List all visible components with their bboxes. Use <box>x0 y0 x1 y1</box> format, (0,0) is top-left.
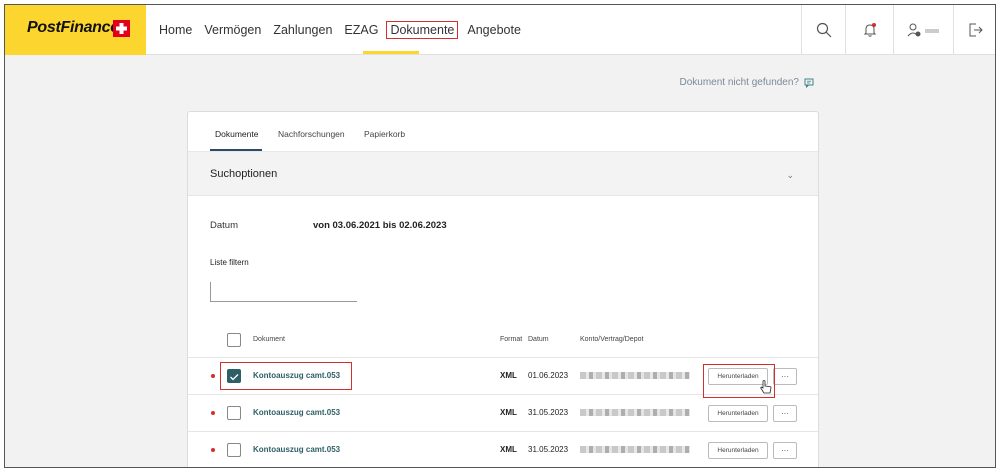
document-format: XML <box>500 445 517 454</box>
document-tabs: Dokumente Nachforschungen Papierkorb <box>188 112 818 152</box>
row-checkbox[interactable] <box>227 406 241 420</box>
unread-dot <box>211 448 215 452</box>
download-button[interactable]: Herunterladen <box>708 405 768 422</box>
logo-text: PostFinance <box>27 19 119 36</box>
chevron-down-icon[interactable]: ⌄ <box>786 170 794 181</box>
user-menu-button[interactable] <box>893 5 953 55</box>
tab-dokumente[interactable]: Dokumente <box>215 129 258 139</box>
user-icon <box>907 23 939 37</box>
documents-card: Dokumente Nachforschungen Papierkorb Suc… <box>187 111 819 467</box>
document-format: XML <box>500 408 517 417</box>
search-options-title: Suchoptionen <box>210 168 278 180</box>
document-format: XML <box>500 371 517 380</box>
swiss-cross-icon <box>113 20 130 37</box>
unread-dot <box>211 374 215 378</box>
top-header: PostFinance Home Vermögen Zahlungen EZAG… <box>5 5 995 55</box>
col-dokument: Dokument <box>253 336 285 343</box>
highlight-selected-document <box>220 362 352 390</box>
nav-ezag[interactable]: EZAG <box>344 5 378 55</box>
date-range-value: von 03.06.2021 bis 02.06.2023 <box>313 220 447 231</box>
nav-vermoegen[interactable]: Vermögen <box>204 5 261 55</box>
account-number-redacted <box>580 446 690 453</box>
date-label: Datum <box>210 220 238 231</box>
notifications-button[interactable] <box>845 5 893 55</box>
document-date: 31.05.2023 <box>528 408 569 417</box>
nav-active-indicator <box>363 51 419 54</box>
logout-button[interactable] <box>953 5 995 55</box>
document-date: 31.05.2023 <box>528 445 569 454</box>
filter-label: Liste filtern <box>210 258 249 267</box>
tab-nachforschungen[interactable]: Nachforschungen <box>278 129 345 139</box>
table-header: Dokument Format Datum Konto/Vertrag/Depo… <box>188 324 818 358</box>
row-checkbox[interactable] <box>227 443 241 457</box>
col-datum: Datum <box>528 336 549 343</box>
col-format: Format <box>500 336 523 343</box>
account-number-redacted <box>580 409 690 416</box>
more-options-button[interactable]: ··· <box>773 442 797 459</box>
more-options-button[interactable]: ··· <box>773 405 797 422</box>
active-tab-indicator <box>210 149 262 151</box>
nav-home[interactable]: Home <box>159 5 192 55</box>
account-number-redacted <box>580 372 690 379</box>
table-row: Kontoauszug camt.053 XML 31.05.2023 Heru… <box>188 395 818 432</box>
document-link[interactable]: Kontoauszug camt.053 <box>253 408 340 417</box>
search-options-panel[interactable]: Suchoptionen ⌄ <box>188 152 818 196</box>
document-not-found-link[interactable]: Dokument nicht gefunden? <box>679 77 799 88</box>
document-link[interactable]: Kontoauszug camt.053 <box>253 445 340 454</box>
filter-input[interactable] <box>210 282 357 302</box>
nav-zahlungen[interactable]: Zahlungen <box>273 5 332 55</box>
nav-dokumente[interactable]: Dokumente <box>386 21 459 39</box>
chat-icon[interactable] <box>804 78 814 88</box>
logout-icon <box>969 23 983 37</box>
document-date: 01.06.2023 <box>528 371 569 380</box>
main-nav: Home Vermögen Zahlungen EZAG Dokumente A… <box>159 5 533 55</box>
nav-angebote[interactable]: Angebote <box>467 5 521 55</box>
more-options-button[interactable]: ··· <box>773 368 797 385</box>
download-button[interactable]: Herunterladen <box>708 442 768 459</box>
hand-cursor-icon <box>760 380 772 394</box>
col-konto: Konto/Vertrag/Depot <box>580 336 644 343</box>
browser-frame: PostFinance Home Vermögen Zahlungen EZAG… <box>4 4 996 468</box>
tab-papierkorb[interactable]: Papierkorb <box>364 129 405 139</box>
select-all-checkbox[interactable] <box>227 333 241 347</box>
unread-dot <box>211 411 215 415</box>
search-icon <box>816 22 831 38</box>
postfinance-logo[interactable]: PostFinance <box>5 5 146 55</box>
search-button[interactable] <box>801 5 845 55</box>
table-row: Kontoauszug camt.053 XML 31.05.2023 Heru… <box>188 432 818 467</box>
bell-icon <box>863 23 876 37</box>
